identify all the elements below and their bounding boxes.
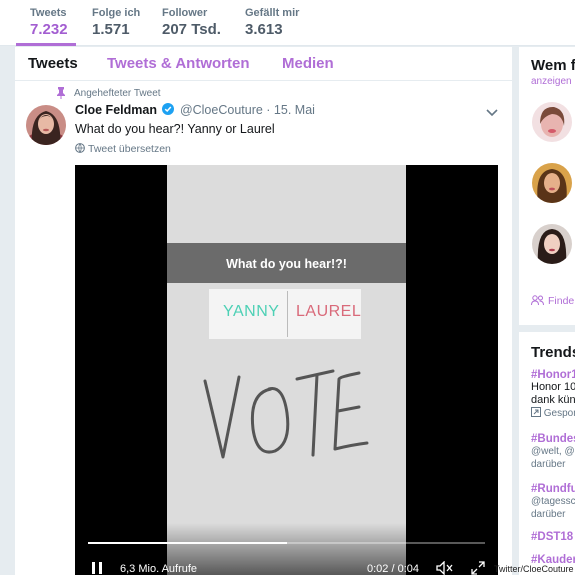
promoted-label: Gesponsert <box>531 407 575 420</box>
options-divider <box>287 291 288 337</box>
suggested-user-avatar[interactable] <box>532 102 572 142</box>
suggested-user-avatar[interactable] <box>532 163 572 203</box>
progress-bar[interactable] <box>88 542 485 544</box>
who-to-follow-panel: Wem folgen? anzeigen Finde <box>519 47 575 325</box>
trend-tag: #Honor10 <box>531 369 575 381</box>
progress-fill <box>88 542 287 544</box>
trend-tag: #Bundesliga <box>531 433 575 445</box>
trend-item[interactable]: #Bundesliga @welt, @ darüber <box>531 433 575 471</box>
promoted-text: Gesponsert <box>543 408 575 419</box>
view-count: 6,3 Mio. Aufrufe <box>120 563 198 575</box>
option-yanny: YANNY <box>223 303 280 320</box>
video-player[interactable]: What do you hear!?! YANNY LAUREL 6,3 Mio… <box>75 165 498 575</box>
stat-likes-label: Gefällt mir <box>245 7 300 19</box>
tab-tweets-and-replies[interactable]: Tweets & Antworten <box>107 55 250 72</box>
trend-description: darüber <box>531 459 566 470</box>
stat-following[interactable]: Folge ich 1.571 <box>92 0 140 46</box>
trend-tag: #Rundfunk <box>531 483 575 495</box>
video-time: 0:02 / 0:04 <box>367 563 419 575</box>
trend-tag: #DST18 <box>531 531 574 543</box>
author-avatar[interactable] <box>26 105 66 145</box>
trends-panel: Trends #Honor10 Honor 10 dank kün Gespon… <box>519 332 575 575</box>
trend-description: darüber <box>531 509 566 520</box>
pause-icon[interactable] <box>90 561 104 575</box>
trend-description: @welt, @ <box>531 446 575 457</box>
author-handle[interactable]: @CloeCouture <box>180 103 263 117</box>
chevron-down-icon[interactable] <box>485 105 499 119</box>
trend-description: dank kün <box>531 394 575 406</box>
show-all-link[interactable]: anzeigen <box>531 76 572 87</box>
trends-title: Trends <box>531 344 575 361</box>
tweet-header: Cloe Feldman @CloeCouture · 15. Mai <box>75 103 315 117</box>
promoted-icon <box>531 407 541 417</box>
image-credit: Twitter/CloeCouture <box>494 564 574 574</box>
tab-media[interactable]: Medien <box>282 55 334 72</box>
find-friends-label: Finde Freunde <box>548 295 575 307</box>
author-name[interactable]: Cloe Feldman <box>75 103 157 117</box>
option-laurel: LAUREL <box>296 303 362 320</box>
translate-link[interactable]: Tweet übersetzen <box>75 143 171 155</box>
tweet-text: What do you hear?! Yanny or Laurel <box>75 122 275 136</box>
avatar-image <box>532 224 572 264</box>
video-frame: What do you hear!?! YANNY LAUREL <box>167 165 406 575</box>
trend-description: @tagessch <box>531 496 575 507</box>
trend-item[interactable]: #DST18 <box>531 531 573 543</box>
stat-likes-value: 3.613 <box>245 21 283 38</box>
trend-description: Honor 10 <box>531 381 575 393</box>
trend-item[interactable]: #Rundfunk @tagessch darüber <box>531 483 575 521</box>
stat-followers[interactable]: Follower 207 Tsd. <box>162 0 221 46</box>
timeline-tabs: Tweets Tweets & Antworten Medien <box>15 47 512 81</box>
pinned-label: Angehefteter Tweet <box>74 88 161 99</box>
avatar-image <box>532 163 572 203</box>
video-question: What do you hear!?! <box>226 257 347 271</box>
stat-tweets-label: Tweets <box>30 7 67 19</box>
timeline: Tweets Tweets & Antworten Medien Angehef… <box>15 47 512 575</box>
stat-followers-label: Follower <box>162 7 208 19</box>
avatar-image <box>532 102 572 142</box>
avatar-image <box>26 105 66 145</box>
suggested-user-avatar[interactable] <box>532 224 572 264</box>
tweet-date[interactable]: · 15. Mai <box>266 103 315 117</box>
handwritten-vote-text <box>203 369 369 459</box>
trend-item[interactable]: #Honor10 Honor 10 dank kün Gesponsert <box>531 369 575 420</box>
stat-tweets[interactable]: Tweets 7.232 <box>16 0 76 46</box>
find-friends-link[interactable]: Finde Freunde <box>531 295 575 307</box>
stat-following-value: 1.571 <box>92 21 130 38</box>
stat-tweets-value: 7.232 <box>30 21 68 38</box>
stat-following-label: Folge ich <box>92 7 141 19</box>
profile-stats-bar: Tweets 7.232 Folge ich 1.571 Follower 20… <box>0 0 575 46</box>
stat-followers-value: 207 Tsd. <box>162 21 221 38</box>
stat-likes[interactable]: Gefällt mir 3.613 <box>245 0 299 46</box>
people-icon <box>531 295 544 305</box>
tab-tweets[interactable]: Tweets <box>28 55 78 72</box>
verified-badge-icon <box>162 103 175 115</box>
fullscreen-icon[interactable] <box>471 561 485 575</box>
translate-label: Tweet übersetzen <box>88 143 171 155</box>
globe-icon <box>75 143 85 153</box>
who-to-follow-title: Wem folgen? <box>531 57 575 74</box>
pin-icon <box>57 87 65 99</box>
volume-muted-icon[interactable] <box>436 561 454 575</box>
